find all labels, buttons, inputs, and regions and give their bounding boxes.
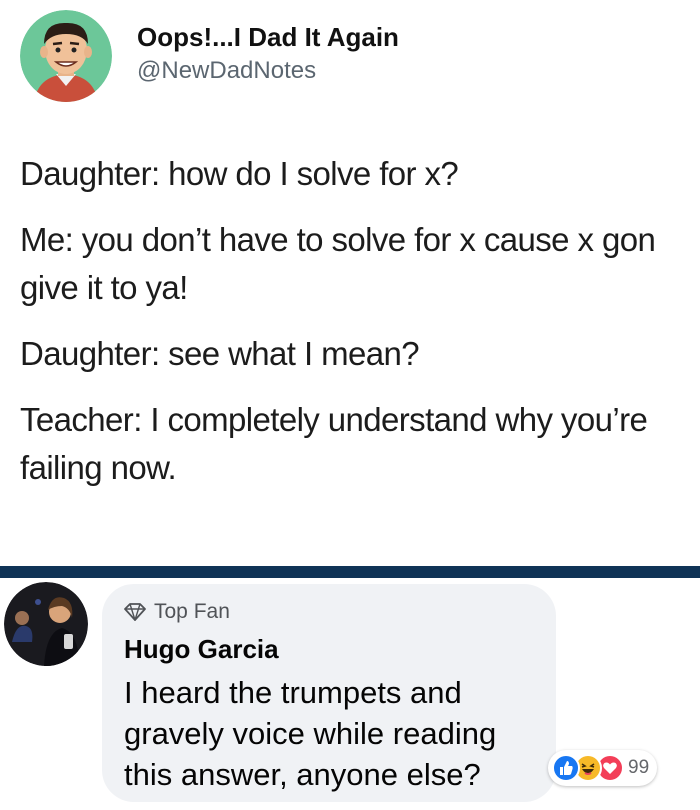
top-fan-badge: Top Fan — [124, 600, 230, 624]
tweet-text: Daughter: how do I solve for x? Me: you … — [20, 150, 688, 510]
tweet-card: Oops!...I Dad It Again @NewDadNotes Daug… — [0, 0, 700, 566]
diamond-icon — [124, 603, 146, 621]
comment-section: Top Fan Hugo Garcia I heard the trumpets… — [0, 578, 700, 810]
tweet-display-name[interactable]: Oops!...I Dad It Again — [137, 22, 399, 53]
section-divider — [0, 566, 700, 578]
commenter-name[interactable]: Hugo Garcia — [124, 634, 279, 665]
commenter-avatar[interactable] — [4, 582, 88, 666]
comment-bubble: Top Fan Hugo Garcia I heard the trumpets… — [102, 584, 556, 802]
tweet-line: Teacher: I completely understand why you… — [20, 401, 648, 486]
top-fan-label: Top Fan — [154, 600, 230, 623]
tweet-line: Me: you don’t have to solve for x cause … — [20, 221, 656, 306]
cartoon-man-avatar-icon[interactable] — [20, 10, 112, 102]
tweet-line: Daughter: how do I solve for x? — [20, 155, 459, 192]
reactions-summary[interactable]: 99 — [548, 750, 658, 786]
like-reaction-icon — [552, 754, 580, 782]
reaction-count: 99 — [628, 757, 650, 778]
comment-text: I heard the trumpets and gravely voice w… — [124, 675, 497, 792]
tweet-handle[interactable]: @NewDadNotes — [137, 57, 316, 85]
tweet-line: Daughter: see what I mean? — [20, 335, 420, 372]
